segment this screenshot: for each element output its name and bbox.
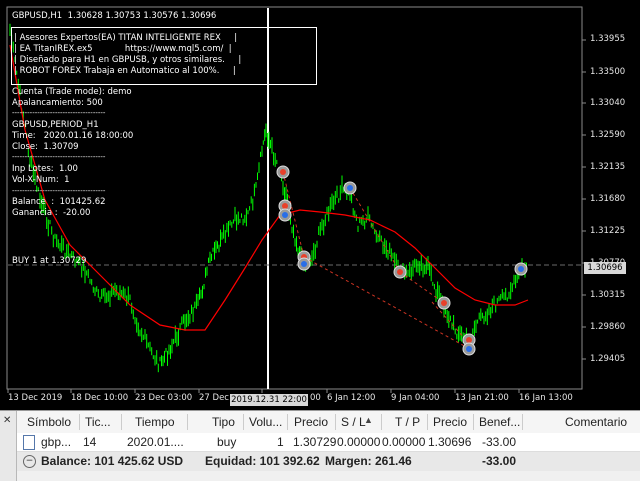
price-label: 1.32590 [590,130,626,140]
price-label: 1.33500 [590,67,626,77]
current-price-tag: 1.30696 [584,262,626,274]
time-label: 27 Dec [199,393,229,403]
trade-price-open: 1.30729 [293,435,337,449]
separator-1: ------------------------------------- [12,109,106,117]
column-header-price-current[interactable]: Precio [433,415,467,429]
column-header-price-open[interactable]: Precio [294,415,328,429]
time-label-suffix: 00 [310,393,321,403]
toolbox-side-bar[interactable]: ✕ [0,411,17,481]
symbol-header: GBPUSD,H1 1.30628 1.30753 1.30576 1.3069… [12,11,217,21]
column-header-symbol[interactable]: Símbolo [27,415,71,429]
time-label: 13 Dec 2019 [8,393,63,403]
column-header-comment[interactable]: Comentario [565,415,627,429]
triangle-up-icon[interactable]: ▲ [364,415,373,425]
ganancia-line: Ganancia : -20.00 [12,208,91,218]
price-label: 1.30315 [590,290,626,300]
trade-type: buy [217,435,237,449]
time-label: 6 Jan 12:00 [327,393,376,403]
summary-margin: Margen: 261.46 [325,454,412,468]
price-label: 1.29405 [590,354,626,364]
close-line: Close: 1.30709 [12,142,79,152]
position-label: BUY 1 at 1.30729 [12,256,87,266]
trade-stop-loss: 0.00000 [337,435,381,449]
info-line-2: | EA TitanIREX.ex5 https://www.mql5.com/… [14,44,232,54]
trade-row[interactable]: gbp... 14 2020.01.... buy 1 1.30729 0.00… [17,433,640,452]
column-header-time[interactable]: Tiempo [135,415,175,429]
price-label: 1.32135 [590,162,626,172]
trade-table-header: Símbolo Tic... Tiempo Tipo Volu... Preci… [17,411,640,434]
summary-balance: Balance: 101 425.62 USD [41,454,184,468]
sell-arrow-icon [397,269,403,275]
price-label: 1.29860 [590,322,626,332]
time-label: 18 Dec 10:00 [71,393,129,403]
time-line: Time: 2020.01.16 18:00:00 [12,131,134,141]
metatrader-window: GBPUSD,H1 1.30628 1.30753 1.30576 1.3069… [0,0,640,481]
trade-link-line [431,301,469,343]
crosshair-date-tag: 2019.12.31 22:00 [230,394,308,406]
leverage: Apalancamiento: 500 [12,98,103,108]
time-label: 23 Dec 03:00 [135,393,193,403]
trade-take-profit: 0.00000 [382,435,426,449]
time-label: 16 Jan 13:00 [519,393,573,403]
price-label: 1.31225 [590,226,626,236]
period-title: GBPUSD,PERIOD_H1 [12,120,99,130]
document-icon [23,435,35,450]
separator-3: ------------------------------------- [12,187,106,195]
separator-2: ------------------------------------- [12,153,106,161]
sell-arrow-icon [441,300,447,306]
sell-arrow-icon [280,169,286,175]
vol-x-num: Vol-X-Num: 1 [12,175,70,185]
trade-symbol: gbp... [41,435,72,449]
column-header-type[interactable]: Tipo [212,415,235,429]
trade-ticket: 14 [83,435,97,449]
trade-profit: -33.00 [482,435,517,449]
info-line-3: | Diseñado para H1 en GBPUSB, y otros si… [14,55,242,65]
summary-equity: Equidad: 101 392.62 [205,454,320,468]
buy-arrow-icon [466,346,472,352]
balance-line: Balance : 101425.62 [12,197,106,207]
account-mode: Cuenta (Trade mode): demo [12,87,132,97]
toolbox-panel: ✕ Símbolo Tic... Tiempo Tipo Volu... Pre… [0,410,640,481]
buy-arrow-icon [347,185,353,191]
price-label: 1.33955 [590,34,626,44]
buy-arrow-icon [282,212,288,218]
price-chart[interactable]: GBPUSD,H1 1.30628 1.30753 1.30576 1.3069… [0,0,640,410]
time-label: 9 Jan 04:00 [391,393,440,403]
sell-arrow-icon [466,337,472,343]
column-header-stop-loss[interactable]: S / L [341,415,366,429]
column-header-ticket[interactable]: Tic... [85,415,111,429]
info-line-1: | Asesores Expertos(EA) TITAN INTELIGENT… [14,33,238,43]
time-label: 13 Jan 21:00 [455,393,509,403]
minus-circle-icon[interactable]: − [23,455,36,468]
info-line-4: | ROBOT FOREX Trabaja en Automatico al 1… [14,66,236,76]
close-icon[interactable]: ✕ [3,415,11,426]
buy-arrow-icon [518,266,524,272]
column-header-take-profit[interactable]: T / P [395,415,420,429]
column-header-volume[interactable]: Volu... [249,415,282,429]
sell-arrow-icon [282,203,288,209]
column-header-profit[interactable]: Benef... [479,415,520,429]
account-summary-row: − Balance: 101 425.62 USD Equidad: 101 3… [17,452,640,471]
price-label: 1.33040 [590,98,626,108]
inp-lotes: Inp Lotes: 1.00 [12,164,78,174]
trade-volume: 1 [277,435,284,449]
summary-profit: -33.00 [482,454,517,468]
buy-arrow-icon [301,261,307,267]
trade-time: 2020.01.... [127,435,184,449]
price-label: 1.31680 [590,194,626,204]
trade-price-current: 1.30696 [428,435,472,449]
